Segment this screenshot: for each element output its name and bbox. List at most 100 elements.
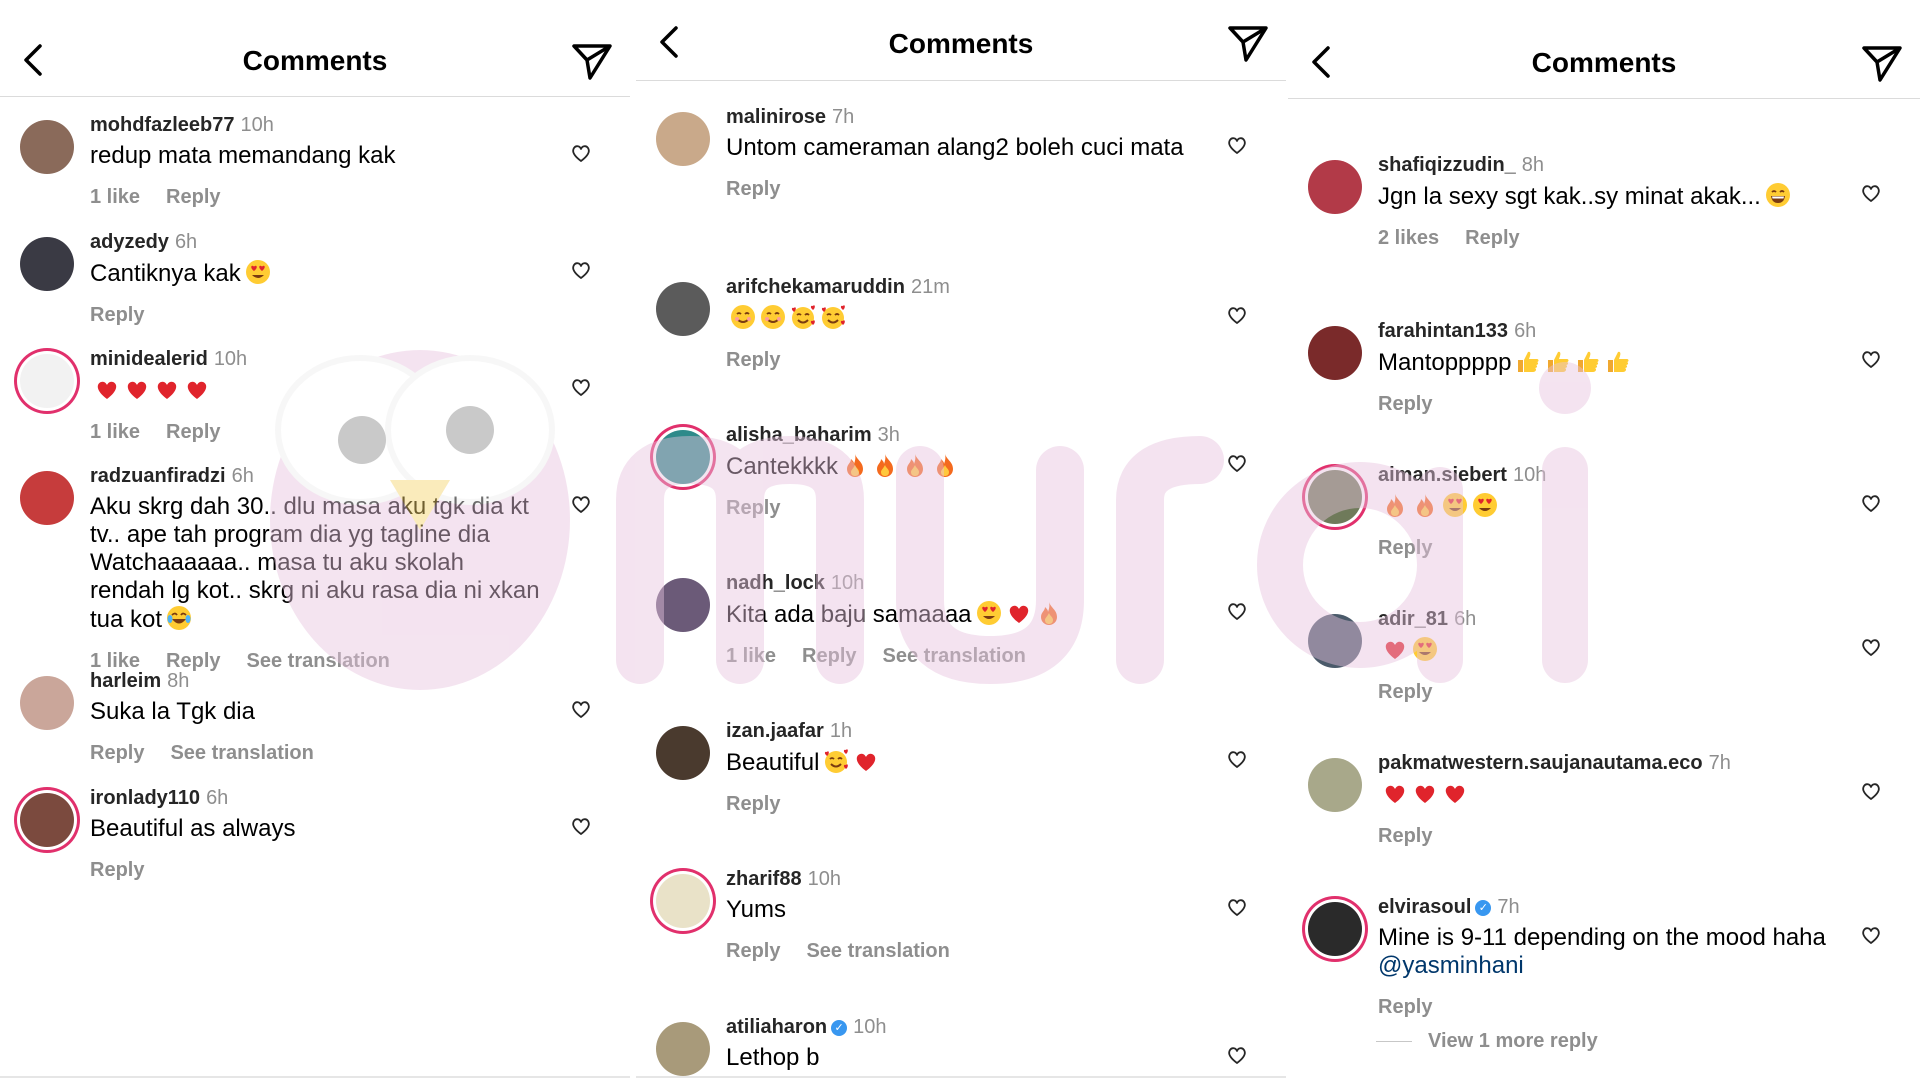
like-heart-icon[interactable] <box>570 815 592 837</box>
username[interactable]: ironlady110 <box>90 787 200 809</box>
send-icon[interactable] <box>1858 38 1906 86</box>
like-heart-icon[interactable] <box>1226 304 1248 326</box>
like-heart-icon[interactable] <box>1860 636 1882 658</box>
comment-body: harleim 8h Suka la Tgk dia Reply See transla… <box>90 668 540 766</box>
timestamp: 8h <box>167 670 190 692</box>
comment-header: nadh_lock 10h <box>726 570 1196 596</box>
comment-text: Beautiful <box>726 748 1196 777</box>
username[interactable]: adir_81 <box>1378 608 1448 630</box>
comment-actions: 1 like Reply <box>90 184 540 210</box>
username[interactable]: farahintan133 <box>1378 320 1508 342</box>
username[interactable]: pakmatwestern.saujanautama.eco <box>1378 752 1703 774</box>
like-heart-icon[interactable] <box>1860 492 1882 514</box>
like-heart-icon[interactable] <box>570 493 592 515</box>
see-translation-link[interactable]: See translation <box>806 940 949 962</box>
like-count[interactable]: 2 likes <box>1378 227 1439 249</box>
like-heart-icon[interactable] <box>1860 182 1882 204</box>
avatar[interactable] <box>656 1022 710 1076</box>
like-heart-icon[interactable] <box>1226 452 1248 474</box>
like-heart-icon[interactable] <box>1226 134 1248 156</box>
username[interactable]: atiliaharon <box>726 1016 827 1038</box>
username[interactable]: alisha_baharim <box>726 424 872 446</box>
reply-button[interactable]: Reply <box>726 497 780 519</box>
reply-button[interactable]: Reply <box>166 186 220 208</box>
like-heart-icon[interactable] <box>570 376 592 398</box>
like-heart-icon[interactable] <box>570 142 592 164</box>
reply-button[interactable]: Reply <box>1465 227 1519 249</box>
avatar[interactable] <box>20 676 74 730</box>
comment-text: Kita ada baju samaaaa <box>726 600 1196 629</box>
reply-button[interactable]: Reply <box>802 645 856 667</box>
comment-header: arifchekamaruddin 21m <box>726 274 1196 300</box>
like-count[interactable]: 1 like <box>726 645 776 667</box>
reply-button[interactable]: Reply <box>1378 393 1432 415</box>
like-heart-icon[interactable] <box>1226 600 1248 622</box>
reply-button[interactable]: Reply <box>726 793 780 815</box>
avatar[interactable] <box>20 354 74 408</box>
header: Comments <box>1288 2 1920 99</box>
see-translation-link[interactable]: See translation <box>170 742 313 764</box>
username[interactable]: elvirasoul <box>1378 896 1471 918</box>
avatar[interactable] <box>656 726 710 780</box>
mention-link[interactable]: @yasminhani <box>1378 952 1524 979</box>
username[interactable]: nadh_lock <box>726 572 825 594</box>
avatar[interactable] <box>20 237 74 291</box>
avatar[interactable] <box>656 112 710 166</box>
username[interactable]: aiman.siebert <box>1378 464 1507 486</box>
like-heart-icon[interactable] <box>1860 348 1882 370</box>
avatar[interactable] <box>1308 160 1362 214</box>
like-heart-icon[interactable] <box>1226 1044 1248 1066</box>
avatar[interactable] <box>656 430 710 484</box>
reply-button[interactable]: Reply <box>726 178 780 200</box>
send-icon[interactable] <box>568 36 616 84</box>
avatar[interactable] <box>1308 470 1362 524</box>
avatar[interactable] <box>656 874 710 928</box>
reply-button[interactable]: Reply <box>1378 537 1432 559</box>
username[interactable]: shafiqizzudin_ <box>1378 154 1516 176</box>
avatar[interactable] <box>20 471 74 525</box>
comment-text: Jgn la sexy sgt kak..sy minat akak... <box>1378 182 1830 211</box>
like-heart-icon[interactable] <box>1226 748 1248 770</box>
username[interactable]: arifchekamaruddin <box>726 276 905 298</box>
avatar[interactable] <box>1308 614 1362 668</box>
comment-header: alisha_baharim 3h <box>726 422 1196 448</box>
like-heart-icon[interactable] <box>1860 924 1882 946</box>
reply-button[interactable]: Reply <box>90 742 144 764</box>
username[interactable]: harleim <box>90 670 161 692</box>
reply-button[interactable]: Reply <box>166 421 220 443</box>
timestamp: 10h <box>830 572 865 594</box>
avatar[interactable] <box>20 793 74 847</box>
reply-button[interactable]: Reply <box>726 940 780 962</box>
like-count[interactable]: 1 like <box>90 186 140 208</box>
avatar[interactable] <box>1308 326 1362 380</box>
username[interactable]: malinirose <box>726 106 826 128</box>
avatar[interactable] <box>656 578 710 632</box>
username[interactable]: mohdfazleeb77 <box>90 114 234 136</box>
avatar[interactable] <box>656 282 710 336</box>
comment-header: radzuanfiradzi 6h <box>90 463 540 489</box>
like-heart-icon[interactable] <box>570 698 592 720</box>
username[interactable]: izan.jaafar <box>726 720 824 742</box>
view-more-replies[interactable]: View 1 more reply <box>1376 1030 1598 1053</box>
reply-button[interactable]: Reply <box>726 349 780 371</box>
red-heart-emoji <box>157 381 177 399</box>
smiling-face-emoji <box>731 305 755 329</box>
username[interactable]: zharif88 <box>726 868 802 890</box>
like-heart-icon[interactable] <box>1860 780 1882 802</box>
reply-button[interactable]: Reply <box>1378 996 1432 1018</box>
avatar[interactable] <box>1308 902 1362 956</box>
like-heart-icon[interactable] <box>1226 896 1248 918</box>
send-icon[interactable] <box>1224 18 1272 66</box>
like-count[interactable]: 1 like <box>90 421 140 443</box>
avatar[interactable] <box>20 120 74 174</box>
reply-button[interactable]: Reply <box>1378 825 1432 847</box>
reply-button[interactable]: Reply <box>1378 681 1432 703</box>
like-heart-icon[interactable] <box>570 259 592 281</box>
username[interactable]: adyzedy <box>90 231 169 253</box>
reply-button[interactable]: Reply <box>90 304 144 326</box>
reply-button[interactable]: Reply <box>90 859 144 881</box>
see-translation-link[interactable]: See translation <box>883 645 1026 667</box>
username[interactable]: minidealerid <box>90 348 208 370</box>
avatar[interactable] <box>1308 758 1362 812</box>
username[interactable]: radzuanfiradzi <box>90 465 226 487</box>
